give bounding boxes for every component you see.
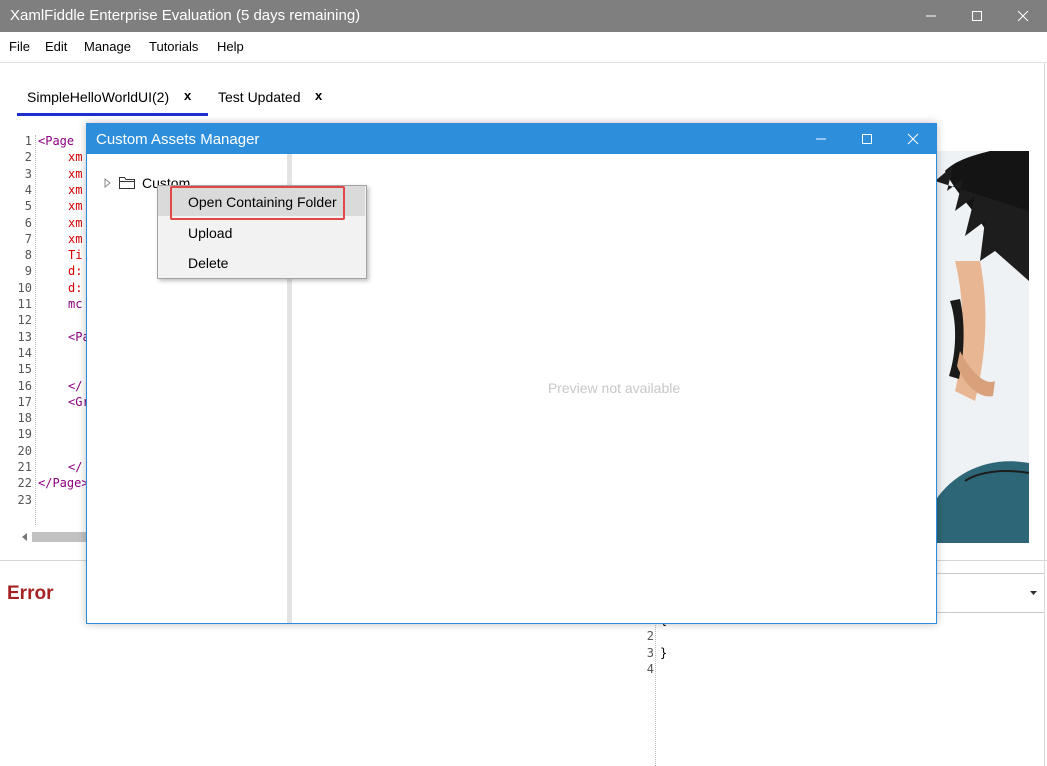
line-number: 3 xyxy=(24,166,32,181)
code-line: <Page xyxy=(38,134,75,148)
menu-item-upload[interactable]: Upload xyxy=(188,225,232,241)
tab-test-updated[interactable]: Test Updated xyxy=(218,89,301,105)
code-line: xm xyxy=(68,150,83,165)
code-line: mc xyxy=(68,297,83,311)
tab-simplehelloworldui[interactable]: SimpleHelloWorldUI(2) xyxy=(27,89,169,105)
line-number: 10 xyxy=(17,280,32,295)
code-line: xm xyxy=(68,215,83,230)
tab-close-button[interactable]: x xyxy=(315,88,322,103)
code-line: </ xyxy=(68,378,83,393)
error-label: Error xyxy=(7,583,54,604)
folder-icon xyxy=(119,177,135,189)
line-number: 2 xyxy=(646,629,654,644)
preview-image xyxy=(935,151,1029,543)
minimize-icon xyxy=(816,138,826,140)
line-number: 2 xyxy=(24,150,32,165)
line-number: 9 xyxy=(24,264,32,279)
line-number: 1 xyxy=(24,134,32,148)
output-selector-dropdown[interactable] xyxy=(935,573,1045,613)
dialog-title-bar: Custom Assets Manager xyxy=(87,124,936,154)
window-title: XamlFiddle Enterprise Evaluation (5 days… xyxy=(10,7,361,24)
line-number: 22 xyxy=(17,476,32,491)
line-number: 20 xyxy=(17,443,32,458)
line-number: 6 xyxy=(24,215,32,230)
line-number: 19 xyxy=(17,427,32,442)
line-number: 15 xyxy=(17,362,32,377)
close-button[interactable] xyxy=(1000,0,1046,32)
close-icon xyxy=(1017,10,1029,22)
minimize-button[interactable] xyxy=(908,0,954,32)
line-number: 3 xyxy=(646,645,654,660)
dropdown-arrow-icon xyxy=(1030,591,1037,595)
dialog-maximize-button[interactable] xyxy=(844,124,890,154)
scrollbar-thumb[interactable] xyxy=(32,532,88,542)
menu-tutorials[interactable]: Tutorials xyxy=(149,39,198,54)
bottom-editor-guide-line xyxy=(655,622,657,766)
line-number: 17 xyxy=(17,394,32,409)
line-number: 8 xyxy=(24,248,32,263)
line-number: 14 xyxy=(17,345,32,360)
expand-arrow-icon[interactable] xyxy=(104,178,112,188)
code-line: Ti xyxy=(68,248,83,263)
dialog-title: Custom Assets Manager xyxy=(96,131,260,148)
line-number: 16 xyxy=(17,378,32,393)
line-number: 21 xyxy=(17,460,32,474)
maximize-button[interactable] xyxy=(954,0,1000,32)
line-number: 11 xyxy=(17,297,32,311)
code-line: d: xyxy=(68,280,83,295)
scroll-left-arrow-icon[interactable] xyxy=(20,530,30,544)
line-number: 7 xyxy=(24,231,32,246)
title-bar: XamlFiddle Enterprise Evaluation (5 days… xyxy=(0,0,1047,32)
highlight-annotation-box xyxy=(170,186,345,220)
menu-edit[interactable]: Edit xyxy=(45,39,67,54)
code-line: xm xyxy=(68,166,83,181)
active-tab-indicator xyxy=(17,113,208,116)
code-line: xm xyxy=(68,199,83,214)
maximize-icon xyxy=(972,11,982,21)
menu-help[interactable]: Help xyxy=(217,39,244,54)
line-number: 5 xyxy=(24,199,32,214)
code-line: </Page> xyxy=(38,476,89,491)
line-number: 12 xyxy=(17,313,32,328)
line-number: 18 xyxy=(17,411,32,426)
code-line: d: xyxy=(68,264,83,279)
code-line: } xyxy=(660,645,668,660)
preview-message: Preview not available xyxy=(547,380,681,396)
menu-file[interactable]: File xyxy=(9,39,30,54)
menu-item-delete[interactable]: Delete xyxy=(188,255,228,271)
editor-guide-line xyxy=(35,135,37,525)
line-number: 13 xyxy=(17,329,32,344)
code-line: xm xyxy=(68,231,83,246)
code-line: </ xyxy=(68,460,83,474)
minimize-icon xyxy=(926,15,936,17)
character-illustration xyxy=(935,151,1029,543)
dialog-close-button[interactable] xyxy=(890,124,936,154)
code-line: xm xyxy=(68,182,83,197)
line-number: 4 xyxy=(646,661,654,676)
maximize-icon xyxy=(862,134,872,144)
window-right-border xyxy=(1044,62,1045,766)
line-number: 4 xyxy=(24,182,32,197)
tab-close-button[interactable]: x xyxy=(184,88,191,103)
menu-manage[interactable]: Manage xyxy=(84,39,131,54)
dialog-minimize-button[interactable] xyxy=(798,124,844,154)
close-icon xyxy=(907,133,919,145)
line-number: 23 xyxy=(17,492,32,507)
